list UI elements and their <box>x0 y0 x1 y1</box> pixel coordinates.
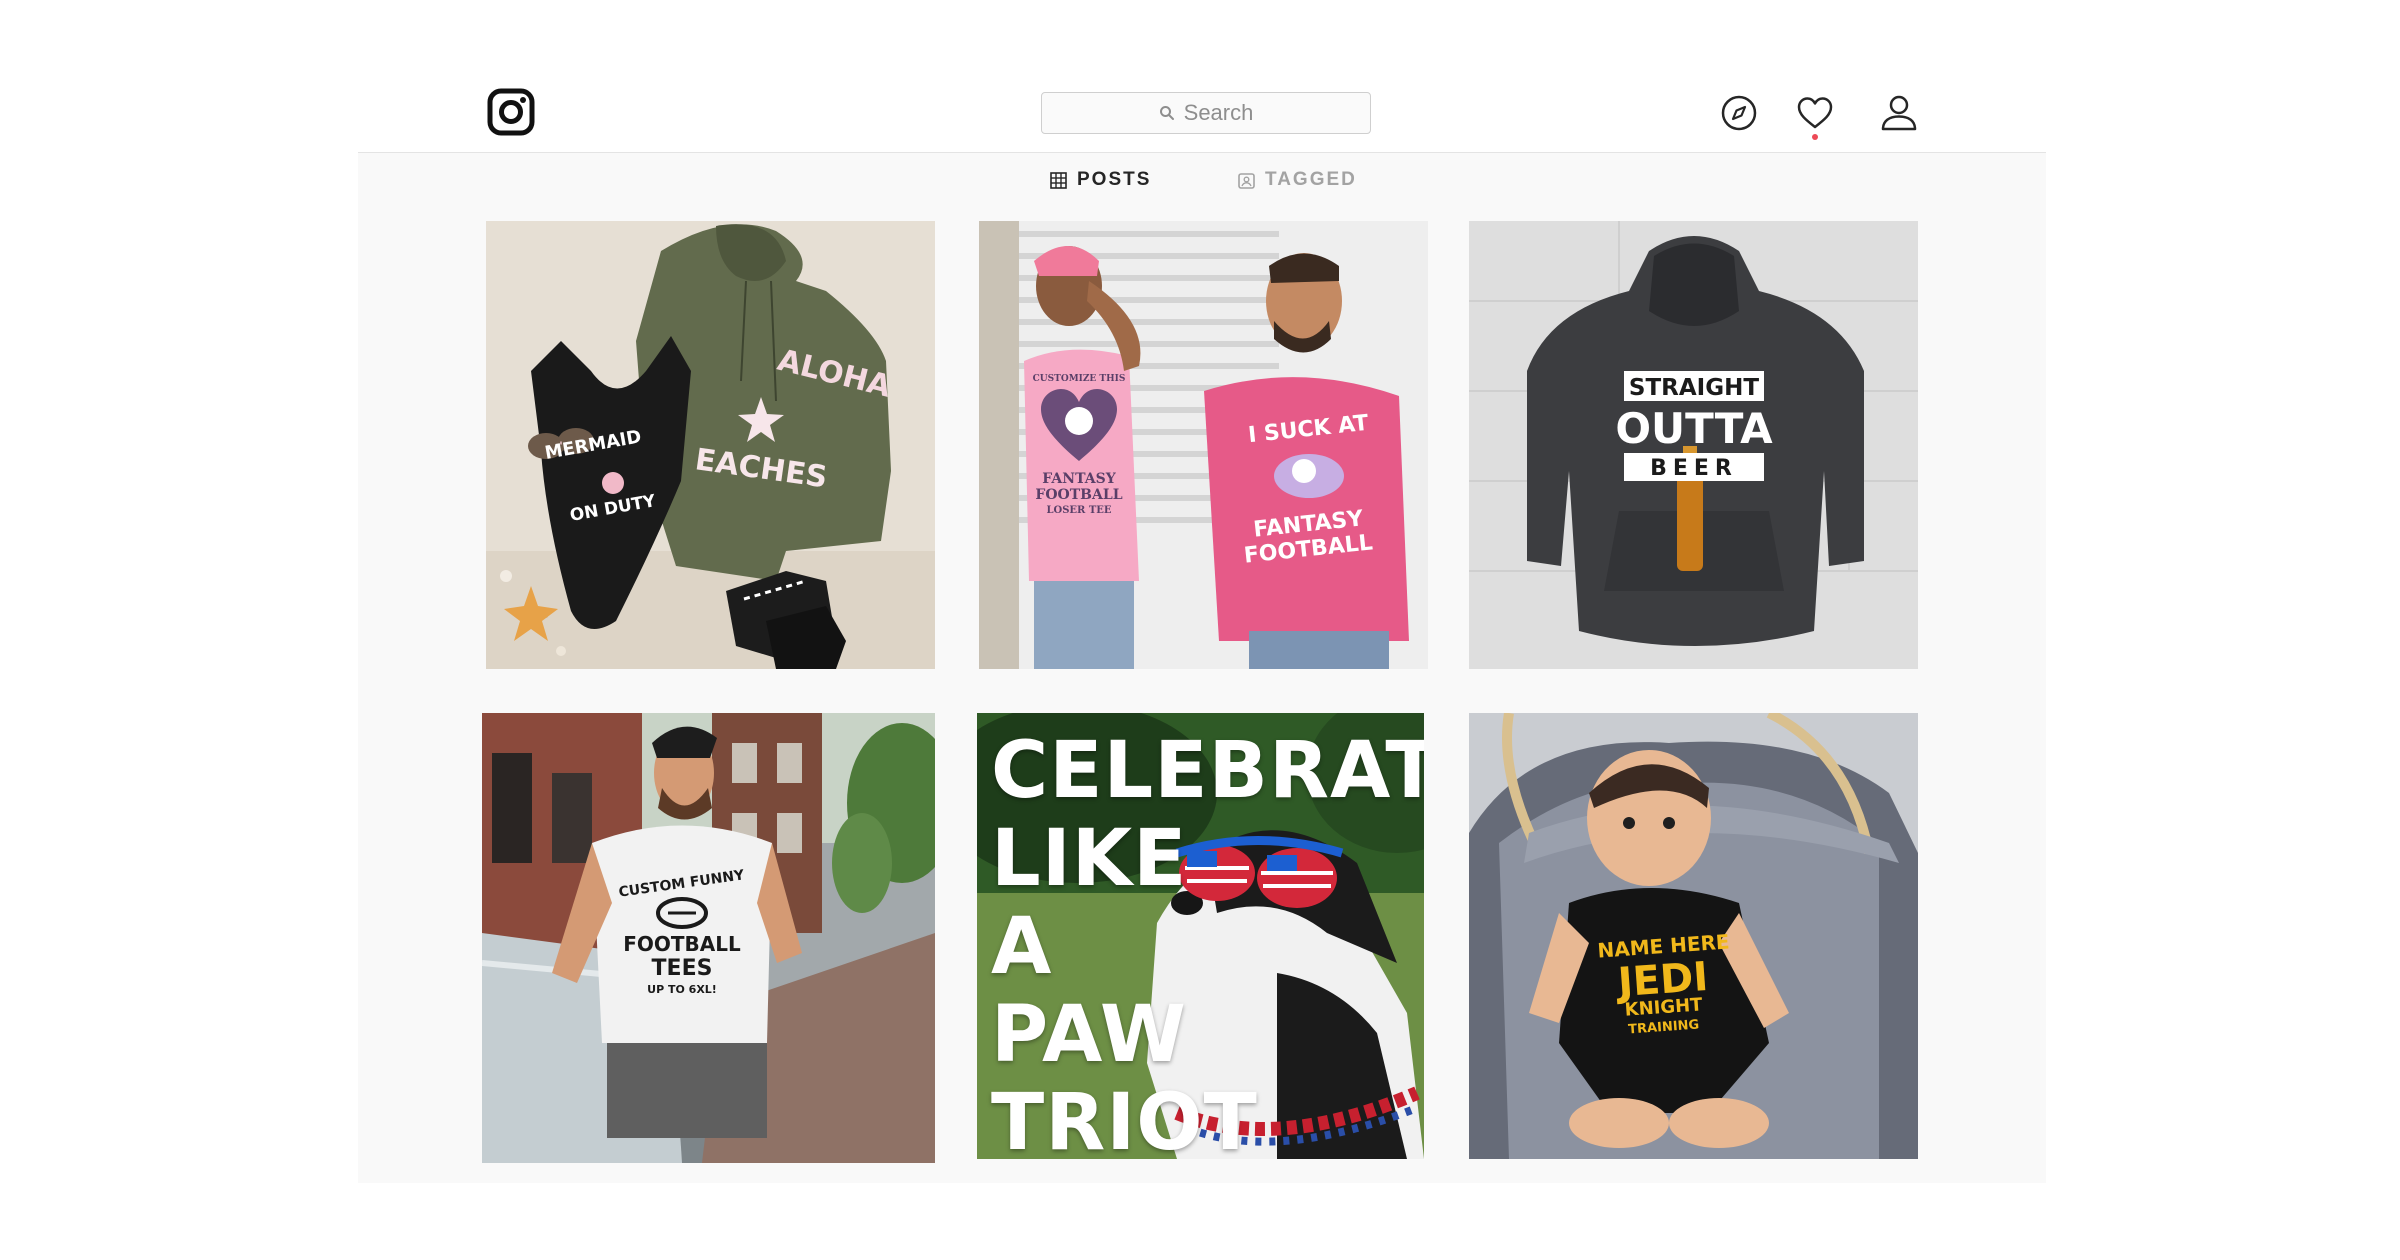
tab-posts-label: POSTS <box>1077 169 1152 190</box>
tab-tagged[interactable]: TAGGED <box>1238 168 1357 192</box>
post-straight-outta-beer[interactable]: STRAIGHT OUTTA BEER <box>1469 221 1918 669</box>
post-image-couple-pink-tees: FANTASY FOOTBALL LOSER TEE CUSTOMIZE THI… <box>979 221 1428 669</box>
svg-text:FOOTBALL: FOOTBALL <box>1035 487 1122 503</box>
compass-icon[interactable] <box>1720 94 1758 132</box>
post-image-man-street: CUSTOM FUNNY FOOTBALL TEES UP TO 6XL! <box>482 713 935 1163</box>
headline-line: TRIOT <box>991 1078 1258 1159</box>
post-celebrate-pawtriot[interactable]: CELEBRATE LIKE A PAW TRIOT <box>977 713 1424 1159</box>
post-image-grey-hoodie: STRAIGHT OUTTA BEER <box>1469 221 1918 669</box>
svg-text:CUSTOMIZE THIS: CUSTOMIZE THIS <box>1033 374 1126 384</box>
notification-dot <box>1812 134 1818 140</box>
headline-line: PAW <box>991 990 1187 1080</box>
svg-text:UP TO 6XL!: UP TO 6XL! <box>647 983 717 996</box>
post-aloha-beaches[interactable]: ALOHA EACHES MERMAID ON DUTY <box>486 221 935 669</box>
tab-tagged-label: TAGGED <box>1265 169 1357 190</box>
tagged-icon <box>1238 172 1255 189</box>
post-image-swimsuit-hoodie: ALOHA EACHES MERMAID ON DUTY <box>486 221 935 669</box>
headline-line: CELEBRATE <box>991 726 1424 816</box>
post-jedi-knight-training[interactable]: NAME HERE JEDI KNIGHT TRAINING <box>1469 713 1918 1159</box>
search-placeholder: Search <box>1183 100 1254 125</box>
heart-icon[interactable] <box>1796 94 1834 132</box>
headline-line: LIKE <box>991 814 1188 904</box>
user-icon[interactable] <box>1880 94 1918 132</box>
svg-text:LOSER TEE: LOSER TEE <box>1046 505 1111 516</box>
grid-icon <box>1050 171 1067 189</box>
headline-line: A <box>991 902 1053 992</box>
post-image-baby-bassinet: NAME HERE JEDI KNIGHT TRAINING <box>1469 713 1918 1159</box>
search-icon <box>1159 106 1174 120</box>
svg-text:TEES: TEES <box>652 956 713 981</box>
svg-text:FANTASY: FANTASY <box>1042 471 1116 487</box>
svg-text:STRAIGHT: STRAIGHT <box>1629 375 1759 401</box>
top-navigation-bar: Search <box>0 0 2400 153</box>
svg-text:BEER: BEER <box>1650 456 1738 481</box>
tab-posts[interactable]: POSTS <box>1050 168 1151 192</box>
svg-text:FOOTBALL: FOOTBALL <box>623 932 741 956</box>
post-custom-funny-football-tees[interactable]: CUSTOM FUNNY FOOTBALL TEES UP TO 6XL! <box>482 713 935 1163</box>
instagram-logo-icon[interactable] <box>487 88 535 136</box>
svg-text:OUTTA: OUTTA <box>1615 404 1773 453</box>
celebrate-headline: CELEBRATE LIKE A PAW TRIOT <box>991 727 1424 1159</box>
post-fantasy-football[interactable]: FANTASY FOOTBALL LOSER TEE CUSTOMIZE THI… <box>979 221 1428 669</box>
search-input[interactable]: Search <box>1041 92 1371 134</box>
